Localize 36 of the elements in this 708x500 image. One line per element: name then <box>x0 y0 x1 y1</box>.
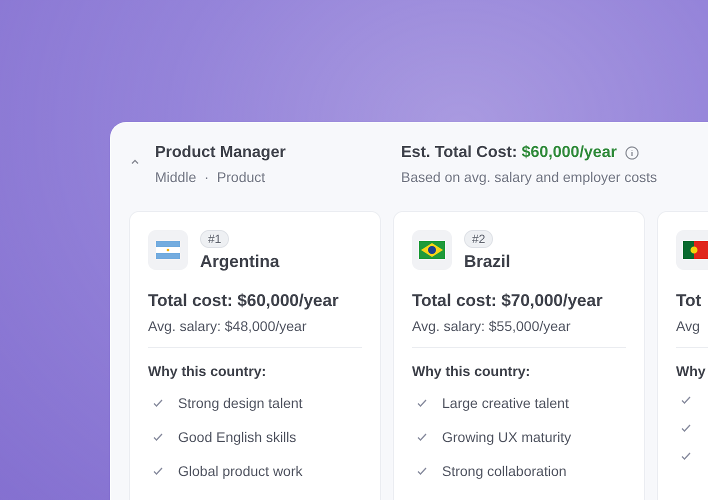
reason-text: Strong design talent <box>178 394 303 412</box>
reason-text: Global product work <box>178 462 303 480</box>
flag-icon <box>419 241 445 259</box>
check-icon <box>416 431 428 443</box>
rank-badge: #2 <box>464 230 494 248</box>
country-name: Argentina <box>200 251 280 273</box>
role-details: Middle · Product <box>155 168 266 186</box>
check-icon <box>416 397 428 409</box>
total-cost: Total cost: $70,000/year <box>412 290 604 312</box>
check-icon <box>680 394 692 406</box>
check-icon <box>680 450 692 462</box>
why-heading: Why <box>676 362 707 380</box>
cost-note: Based on avg. salary and employer costs <box>401 168 658 186</box>
reason-text: Strong collaboration <box>442 462 567 480</box>
total-cost: Total cost: $60,000/year <box>148 290 340 312</box>
info-icon[interactable] <box>624 146 639 160</box>
check-icon <box>416 465 428 477</box>
average-salary: Avg. salary: $48,000/year <box>148 317 308 335</box>
flag-icon <box>156 241 180 259</box>
check-icon <box>680 422 692 434</box>
flag-icon <box>683 241 708 259</box>
reason-text: Large creative talent <box>442 394 569 412</box>
rank-badge: #1 <box>200 230 230 248</box>
role-title: Product Manager <box>155 143 287 163</box>
reason-text: Good English skills <box>178 428 296 446</box>
check-icon <box>152 465 164 477</box>
reason-text: Growing UX maturity <box>442 428 572 446</box>
why-heading: Why this country: <box>148 362 268 380</box>
estimated-total-cost: Est. Total Cost: $60,000/year <box>401 143 617 163</box>
total-cost: Tot <box>676 290 702 312</box>
average-salary: Avg <box>676 317 701 335</box>
average-salary: Avg. salary: $55,000/year <box>412 317 572 335</box>
check-icon <box>152 431 164 443</box>
country-name: Brazil <box>464 251 510 273</box>
why-heading: Why this country: <box>412 362 532 380</box>
check-icon <box>152 397 164 409</box>
